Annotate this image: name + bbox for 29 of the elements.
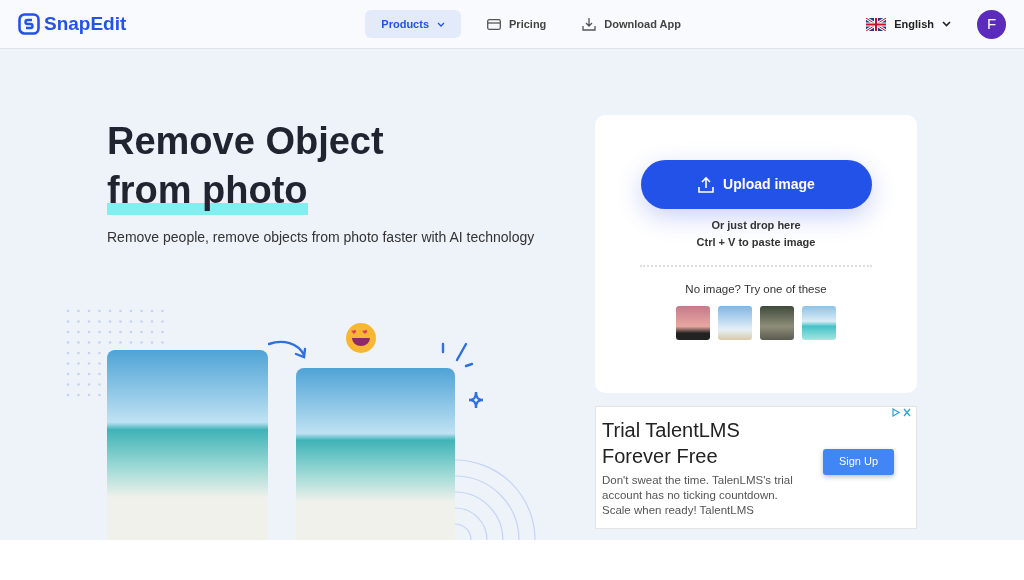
hero-title: Remove Object bbox=[107, 119, 384, 164]
chevron-icon bbox=[942, 21, 951, 27]
sample-image-thumbnail[interactable] bbox=[676, 306, 710, 341]
ad-choices-icon[interactable] bbox=[892, 408, 912, 417]
avatar[interactable]: F bbox=[977, 9, 1006, 39]
upload-hint: Ctrl + V to paste image bbox=[695, 235, 817, 250]
ad-text: Don't sweat the time. TalenLMS's trial account has no ticking countdown. Scale when ready! TalentLMS bbox=[602, 473, 794, 518]
samples-label: No image? Try one of these bbox=[684, 282, 828, 297]
sample-image-thumbnail[interactable] bbox=[760, 306, 794, 341]
sign-up-button[interactable]: Sign Up bbox=[823, 448, 894, 475]
upload-hint: Or just drop here bbox=[710, 218, 802, 233]
language-selector[interactable]: English bbox=[856, 9, 961, 39]
nav-tab[interactable]: Pricing bbox=[477, 9, 557, 39]
logo-text[interactable]: SnapEdit bbox=[44, 9, 127, 39]
logo-icon bbox=[18, 13, 40, 35]
download-icon bbox=[582, 17, 597, 31]
nav-tab[interactable]: Products bbox=[365, 9, 462, 39]
flag-icon bbox=[866, 17, 887, 31]
nav-tab[interactable]: Download App bbox=[572, 9, 691, 39]
card-icon bbox=[487, 18, 502, 30]
sample-image-thumbnail[interactable] bbox=[802, 306, 836, 341]
upload-button[interactable]: Upload image bbox=[640, 160, 872, 209]
sample-image-thumbnail[interactable] bbox=[718, 306, 752, 341]
upload-icon bbox=[697, 175, 716, 194]
emoji-icon bbox=[345, 322, 377, 354]
ad-title: Trial TalentLMS bbox=[602, 418, 741, 443]
chevron-icon bbox=[437, 21, 446, 27]
hero-subtitle: Remove people, remove objects from photo faster with AI technology bbox=[107, 228, 535, 247]
ad-title: Forever Free bbox=[602, 444, 719, 469]
